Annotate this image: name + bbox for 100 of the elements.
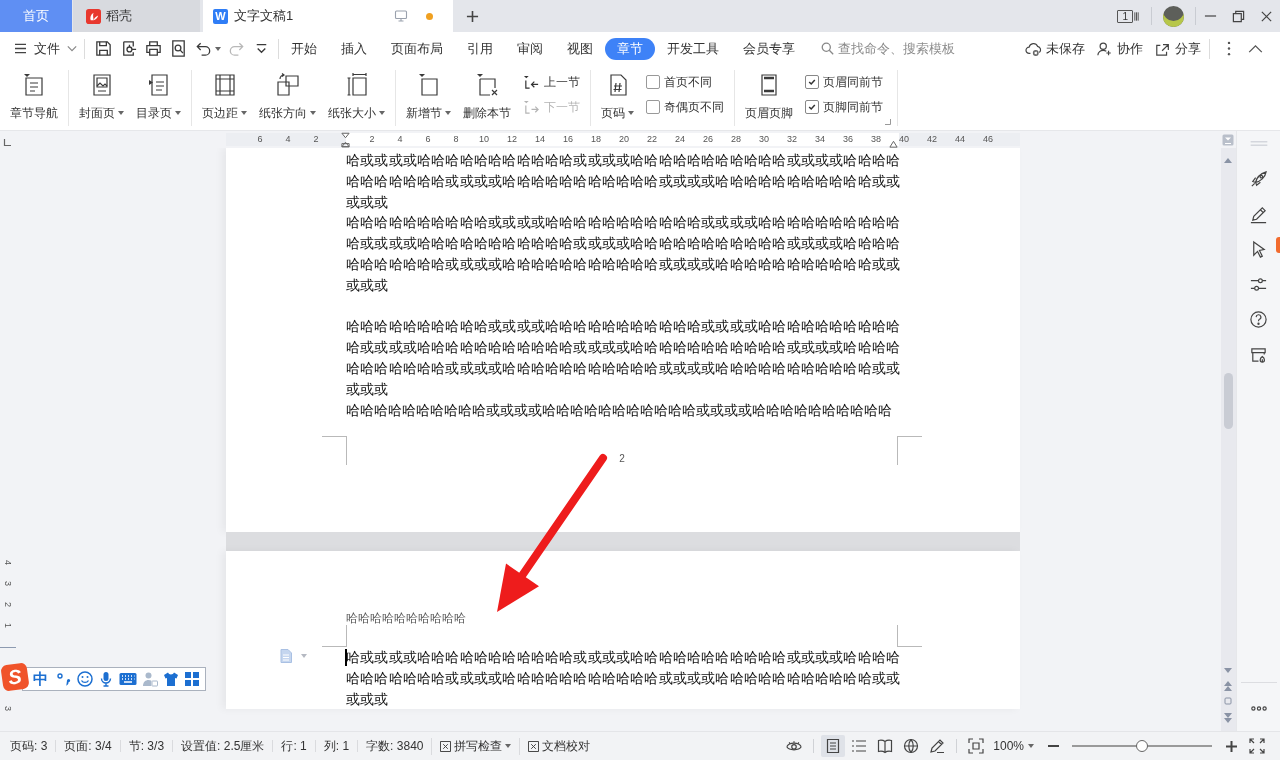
ribbon-tab[interactable]: 开发工具	[655, 37, 731, 60]
web-view-icon	[903, 738, 920, 754]
ribbon-tab[interactable]: 插入	[329, 37, 379, 60]
pen-icon	[1249, 204, 1268, 224]
ribbon-button[interactable]: 页边距	[202, 70, 247, 126]
checkbox[interactable]	[646, 100, 660, 114]
avatar[interactable]	[1163, 5, 1184, 27]
scrollbar-thumb[interactable]	[1223, 373, 1233, 429]
body-paragraph: 哈或或或或哈哈哈哈哈哈哈哈哈哈哈或或或或哈哈哈哈哈哈哈哈哈哈哈或或或或哈哈哈哈哈哈哈哈哈哈哈或或或或哈哈哈哈哈哈哈哈哈哈哈或或或或哈哈哈哈哈哈哈哈哈哈哈或或或或或	[346, 648, 900, 709]
ruler-number: 26	[703, 134, 713, 145]
leaf-logo-icon	[86, 8, 101, 24]
ruler-number: 2	[2, 601, 14, 609]
checkbox[interactable]	[646, 75, 660, 89]
toolbar-action-button[interactable]: 协作	[1096, 39, 1143, 58]
monitor-icon[interactable]	[394, 9, 408, 23]
scroll-up-icon[interactable]	[1224, 158, 1232, 163]
checkbox-label[interactable]: 页眉同前节	[823, 73, 883, 91]
keyboard-icon[interactable]	[119, 672, 137, 686]
more-vertical-icon	[1227, 41, 1231, 56]
margin-corner-mark	[322, 625, 347, 647]
ribbon-tab[interactable]: 章节	[605, 37, 655, 60]
body-paragraph: 哈哈哈哈哈哈哈哈哈哈或或或或哈哈哈哈哈哈哈哈哈哈哈或或或或哈哈哈哈哈哈哈哈哈哈	[346, 400, 893, 420]
minimize-icon	[1203, 15, 1217, 17]
caret-icon	[1028, 744, 1034, 748]
ruler-number: 46	[983, 134, 993, 145]
ruler-number: 10	[479, 134, 489, 145]
search-field[interactable]: 查找命令、搜索模板	[834, 41, 964, 56]
ribbon-button[interactable]: 封面页	[79, 70, 124, 126]
ruler-toggle-icon[interactable]	[1222, 134, 1234, 146]
slider-thumb[interactable]	[1136, 740, 1148, 752]
cloud-icon	[1025, 40, 1043, 57]
sidebar-button[interactable]	[1247, 308, 1270, 330]
rotate-pages-icon	[274, 72, 301, 98]
frame-corners-icon	[968, 738, 985, 754]
smiley-icon[interactable]	[77, 671, 93, 687]
body-paragraph: 哈哈哈哈哈哈哈哈哈哈或或或或哈哈哈哈哈哈哈哈哈哈哈或或或或哈哈哈哈哈哈哈哈哈哈哈或或或或哈哈哈哈哈哈哈哈哈哈哈或或或或哈哈哈哈哈哈哈哈哈哈哈或或或或哈哈哈哈哈哈哈哈哈哈哈或或或或哈哈哈哈哈哈哈哈哈哈哈或或或或哈哈哈哈哈哈哈哈哈哈哈或或或或或	[346, 213, 900, 295]
microphone-icon[interactable]	[98, 671, 114, 687]
ribbon-button[interactable]: 页眉页脚	[745, 70, 793, 126]
restore-icon	[1231, 9, 1245, 23]
double-up-arrow-icon[interactable]	[1224, 681, 1232, 691]
ribbon-button[interactable]: 纸张大小	[328, 70, 385, 126]
toolbar-button[interactable]	[94, 39, 113, 58]
ruler-number: 40	[899, 134, 909, 145]
status-field: 设置值: 2.5厘米	[172, 740, 273, 752]
ribbon-button[interactable]: 纸张方向	[259, 70, 316, 126]
checkbox[interactable]	[805, 100, 819, 114]
indent-marker-icon[interactable]	[340, 131, 350, 148]
ribbon-tab[interactable]: 视图	[555, 37, 605, 60]
input-mode-toggle[interactable]: 中	[33, 669, 48, 689]
ruler-number: 4	[285, 134, 291, 145]
toolbar-button[interactable]	[144, 39, 163, 58]
checkbox[interactable]	[805, 75, 819, 89]
tab-stop-icon[interactable]	[3, 138, 11, 147]
ribbon-button[interactable]: 新增节	[406, 70, 451, 126]
checkmark-icon	[808, 78, 816, 86]
ruler-number: 2	[313, 134, 319, 145]
ruler-number: 28	[731, 134, 741, 145]
double-down-arrow-icon[interactable]	[1224, 713, 1232, 723]
checkbox-label[interactable]: 页脚同前节	[823, 98, 883, 116]
ruler-number: 16	[563, 134, 573, 145]
file-menu-button[interactable]: 文件	[14, 39, 77, 58]
ruler-number: 12	[507, 134, 517, 145]
status-toggle-button[interactable]: 拼写检查	[431, 737, 520, 755]
ribbon-button[interactable]: 页码	[601, 70, 634, 126]
scroll-down-icon[interactable]	[1224, 668, 1232, 673]
ribbon-tab[interactable]: 页面布局	[379, 37, 455, 60]
window-tab[interactable]: W 文字文稿1	[203, 0, 453, 32]
toolbar-button[interactable]	[169, 39, 188, 58]
checkbox-label[interactable]: 奇偶页不同	[664, 98, 724, 116]
toolbar-action-button[interactable]: 分享	[1154, 39, 1201, 58]
ribbon-button[interactable]: 章节导航	[10, 70, 58, 126]
toolbar-action-button[interactable]: 未保存	[1025, 39, 1085, 58]
ribbon-tab[interactable]: 引用	[455, 37, 505, 60]
grid-icon[interactable]	[184, 671, 200, 687]
ruler-number: 44	[955, 134, 965, 145]
shirt-icon[interactable]	[163, 671, 179, 687]
scrollbar[interactable]	[1220, 148, 1236, 731]
status-toggle-button[interactable]: 文档校对	[519, 737, 599, 755]
page-number: 2	[619, 451, 625, 465]
drag-handle-icon[interactable]	[1248, 141, 1269, 146]
ribbon-tab[interactable]: 审阅	[505, 37, 555, 60]
ribbon-tab[interactable]: 会员专享	[731, 37, 807, 60]
print-preview-icon	[169, 39, 188, 58]
ribbon-button[interactable]: 删除本节	[463, 70, 511, 126]
ribbon-tab[interactable]: 开始	[279, 37, 329, 60]
view-mode-button[interactable]	[821, 735, 846, 757]
ruler-number: 32	[787, 134, 797, 145]
dialog-launcher-icon[interactable]	[885, 119, 891, 125]
ruler-number: 36	[843, 134, 853, 145]
pen-icon	[929, 738, 946, 754]
ruler-number: 2	[369, 134, 375, 145]
ribbon-button[interactable]: 上一节	[523, 71, 580, 93]
ribbon-button[interactable]: 目录页	[136, 70, 181, 126]
margin-corner-mark	[897, 625, 922, 647]
checkbox-label[interactable]: 首页不同	[664, 73, 712, 91]
ruler-number: 38	[871, 134, 881, 145]
status-field: 页码: 3	[2, 740, 56, 752]
punctuation-icon[interactable]	[56, 671, 72, 687]
window-tab[interactable]: 稻壳	[73, 0, 200, 32]
zoom-dropdown[interactable]: 100%	[993, 739, 1034, 753]
